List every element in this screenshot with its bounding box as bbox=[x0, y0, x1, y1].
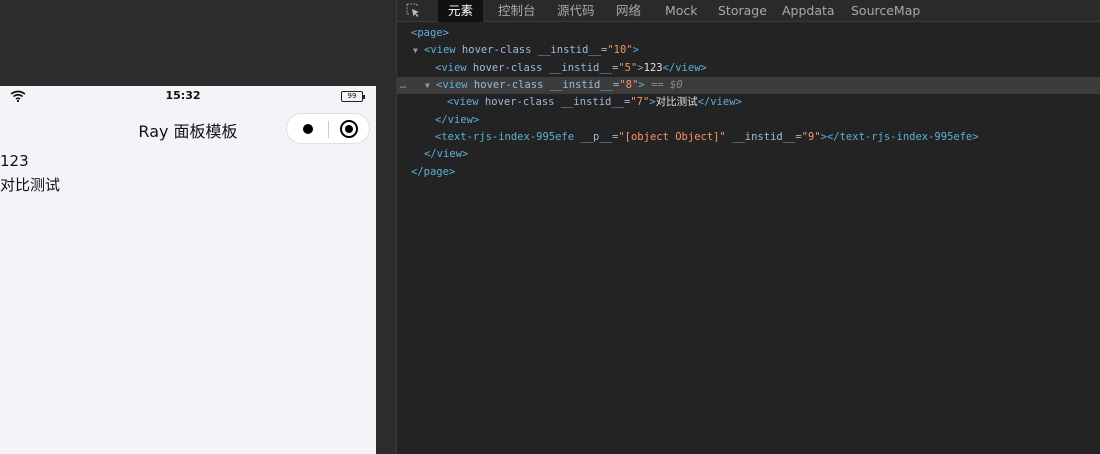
tree-attr: __instid__= bbox=[531, 44, 608, 56]
tree-attr: hover-class bbox=[478, 96, 555, 108]
tree-row-view-10[interactable]: ▼ <view hover-class __instid__="10"> bbox=[397, 42, 1100, 59]
phone-screen: 15:32 99 Ray 面板模板 123 对比测试 bbox=[0, 86, 376, 454]
tree-tag: </view> bbox=[435, 114, 480, 126]
tree-tag: </view> bbox=[697, 96, 742, 108]
simulator-area: 15:32 99 Ray 面板模板 123 对比测试 bbox=[0, 0, 396, 454]
tree-attr: __instid__= bbox=[543, 79, 620, 91]
tree-attr-value: "10" bbox=[607, 44, 633, 56]
tab-mock[interactable]: Mock bbox=[655, 0, 708, 22]
tree-attr: __instid__= bbox=[542, 62, 619, 74]
tree-tag: </view> bbox=[662, 62, 707, 74]
tree-tag: </page> bbox=[411, 166, 456, 178]
tree-attr: hover-class bbox=[455, 44, 532, 56]
inspect-element-icon[interactable] bbox=[406, 3, 421, 18]
tree-attr: __p__= bbox=[574, 131, 619, 143]
tab-sourcemap[interactable]: SourceMap bbox=[841, 0, 930, 22]
tree-attr-value: "7" bbox=[630, 96, 650, 108]
tree-row-view-10-close[interactable]: </view> bbox=[397, 146, 1100, 163]
tree-tag: </view> bbox=[424, 148, 469, 160]
tree-text-node: 123 bbox=[643, 62, 663, 74]
status-time: 15:32 bbox=[165, 89, 201, 102]
tree-tag: <view bbox=[447, 96, 479, 108]
tab-network[interactable]: 网络 bbox=[606, 0, 651, 22]
tree-attr-value: "5" bbox=[618, 62, 638, 74]
tree-tag-close: > bbox=[632, 44, 639, 56]
tree-row-view-8-close[interactable]: </view> bbox=[397, 112, 1100, 129]
capsule-menu-icon[interactable] bbox=[303, 124, 313, 134]
tree-attr-value: "8" bbox=[619, 79, 639, 91]
tree-tag: <page> bbox=[411, 27, 449, 39]
battery-icon: 99 bbox=[341, 91, 365, 102]
tree-attr: hover-class bbox=[466, 62, 543, 74]
tab-sources[interactable]: 源代码 bbox=[547, 0, 605, 22]
tree-tag: <text-rjs-index-995efe bbox=[435, 131, 575, 143]
content-text-123: 123 bbox=[0, 152, 29, 170]
selected-marker: == $0 bbox=[644, 79, 683, 91]
tree-row-view-8-selected[interactable]: … ▼ <view hover-class __instid__="8"> ==… bbox=[397, 77, 1100, 94]
status-bar: 15:32 99 bbox=[0, 86, 376, 108]
capsule-button[interactable] bbox=[286, 113, 370, 144]
tree-tag: <view bbox=[435, 62, 467, 74]
tree-row-view-7[interactable]: <view hover-class __instid__="7">对比测试</v… bbox=[397, 94, 1100, 111]
tab-appdata[interactable]: Appdata bbox=[772, 0, 845, 22]
devtools-tab-bar: 元素 控制台 源代码 网络 Mock Storage Appdata Sourc… bbox=[397, 0, 1100, 22]
tree-attr-value: "9" bbox=[801, 131, 821, 143]
expand-triangle-icon[interactable]: ▼ bbox=[413, 42, 418, 59]
tree-attr: __instid__= bbox=[554, 96, 631, 108]
tree-row-text-rjs[interactable]: <text-rjs-index-995efe __p__="[object Ob… bbox=[397, 129, 1100, 146]
tab-elements[interactable]: 元素 bbox=[438, 0, 484, 22]
content-text-compare: 对比测试 bbox=[0, 176, 61, 194]
tab-storage[interactable]: Storage bbox=[708, 0, 777, 22]
tree-attr: __instid__= bbox=[725, 131, 802, 143]
tree-attr: hover-class bbox=[467, 79, 544, 91]
capsule-divider bbox=[328, 121, 329, 138]
row-options-icon[interactable]: … bbox=[400, 77, 406, 94]
tree-row-page-open[interactable]: <page> bbox=[397, 25, 1100, 42]
expand-triangle-icon[interactable]: ▼ bbox=[425, 77, 430, 94]
capsule-close-icon[interactable] bbox=[340, 120, 358, 138]
tree-tag: <view bbox=[436, 79, 468, 91]
tree-row-page-close[interactable]: </page> bbox=[397, 164, 1100, 181]
devtools-panel: 元素 控制台 源代码 网络 Mock Storage Appdata Sourc… bbox=[396, 0, 1100, 454]
tree-text-node: 对比测试 bbox=[655, 96, 698, 108]
tree-tag: <view bbox=[424, 44, 456, 56]
tree-attr-value: "[object Object]" bbox=[618, 131, 726, 143]
tree-row-view-5[interactable]: <view hover-class __instid__="5">123</vi… bbox=[397, 60, 1100, 77]
tab-console[interactable]: 控制台 bbox=[488, 0, 546, 22]
tree-tag: </text-rjs-index-995efe> bbox=[826, 131, 979, 143]
